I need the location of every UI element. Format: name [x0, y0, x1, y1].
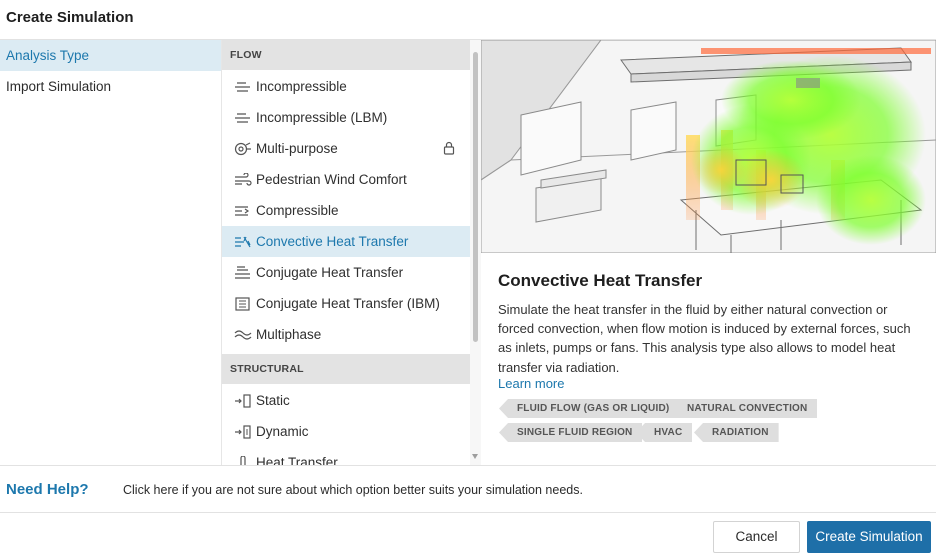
option-label: Pedestrian Wind Comfort	[256, 172, 407, 187]
option-label: Dynamic	[256, 424, 309, 439]
help-divider	[0, 465, 936, 466]
scroll-down-arrow-icon[interactable]	[472, 454, 478, 459]
option-compressible[interactable]: Compressible	[222, 195, 470, 226]
section-header-flow: FLOW	[222, 40, 470, 70]
conjugate-ibm-icon	[233, 296, 252, 311]
option-conjugate-heat-transfer[interactable]: Conjugate Heat Transfer	[222, 257, 470, 288]
tag: RADIATION	[694, 423, 779, 442]
tag: FLUID FLOW (GAS OR LIQUID)	[499, 399, 680, 418]
option-label: Incompressible (LBM)	[256, 110, 388, 125]
incompressible-icon	[233, 80, 252, 94]
wind-comfort-icon	[233, 172, 252, 187]
option-pedestrian-wind-comfort[interactable]: Pedestrian Wind Comfort	[222, 164, 470, 195]
tag: HVAC	[636, 423, 693, 442]
footer-divider	[0, 512, 936, 513]
list-scrollbar[interactable]	[470, 40, 481, 465]
option-label: Heat Transfer	[256, 455, 338, 465]
analysis-type-list: FLOW Incompressible Incompressible (LBM)…	[221, 40, 470, 465]
lock-icon	[442, 141, 456, 155]
compressible-icon	[233, 204, 252, 218]
option-conjugate-heat-transfer-ibm[interactable]: Conjugate Heat Transfer (IBM)	[222, 288, 470, 319]
option-label: Conjugate Heat Transfer (IBM)	[256, 296, 440, 311]
multiphase-icon	[233, 328, 252, 342]
section-header-structural: STRUCTURAL	[222, 354, 470, 384]
heat-transfer-icon	[233, 455, 252, 465]
option-label: Multiphase	[256, 327, 322, 342]
simulation-preview-image	[481, 40, 936, 253]
create-simulation-button[interactable]: Create Simulation	[807, 521, 931, 553]
option-heat-transfer[interactable]: Heat Transfer	[222, 447, 470, 465]
option-incompressible[interactable]: Incompressible	[222, 71, 470, 102]
incompressible-lbm-icon	[233, 111, 252, 125]
dialog-title: Create Simulation	[6, 9, 134, 26]
tag: NATURAL CONVECTION	[669, 399, 818, 418]
option-label: Conjugate Heat Transfer	[256, 265, 404, 280]
dynamic-icon	[233, 424, 252, 439]
cancel-button[interactable]: Cancel	[713, 521, 800, 553]
conjugate-heat-icon	[233, 265, 252, 280]
option-label: Static	[256, 393, 290, 408]
multi-purpose-icon	[233, 141, 252, 156]
option-multi-purpose[interactable]: Multi-purpose	[222, 133, 470, 164]
convective-heat-icon	[233, 235, 252, 249]
left-nav: Analysis Type Import Simulation	[0, 40, 221, 465]
analysis-description: Simulate the heat transfer in the fluid …	[498, 302, 911, 375]
nav-item-analysis-type[interactable]: Analysis Type	[0, 40, 221, 71]
learn-more-link[interactable]: Learn more	[498, 376, 564, 391]
help-link[interactable]: Click here if you are not sure about whi…	[123, 483, 583, 497]
option-label: Compressible	[256, 203, 339, 218]
option-label: Incompressible	[256, 79, 347, 94]
option-convective-heat-transfer[interactable]: Convective Heat Transfer	[222, 226, 470, 257]
nav-item-import-simulation[interactable]: Import Simulation	[0, 71, 221, 102]
option-label: Convective Heat Transfer	[256, 234, 409, 249]
option-incompressible-lbm[interactable]: Incompressible (LBM)	[222, 102, 470, 133]
need-help-title: Need Help?	[6, 481, 89, 498]
static-icon	[233, 393, 252, 408]
scrollbar-thumb[interactable]	[473, 52, 478, 342]
option-dynamic[interactable]: Dynamic	[222, 416, 470, 447]
analysis-title: Convective Heat Transfer	[498, 271, 703, 290]
tag: SINGLE FLUID REGION	[499, 423, 643, 442]
option-multiphase[interactable]: Multiphase	[222, 319, 470, 350]
option-label: Multi-purpose	[256, 141, 338, 156]
option-static[interactable]: Static	[222, 385, 470, 416]
